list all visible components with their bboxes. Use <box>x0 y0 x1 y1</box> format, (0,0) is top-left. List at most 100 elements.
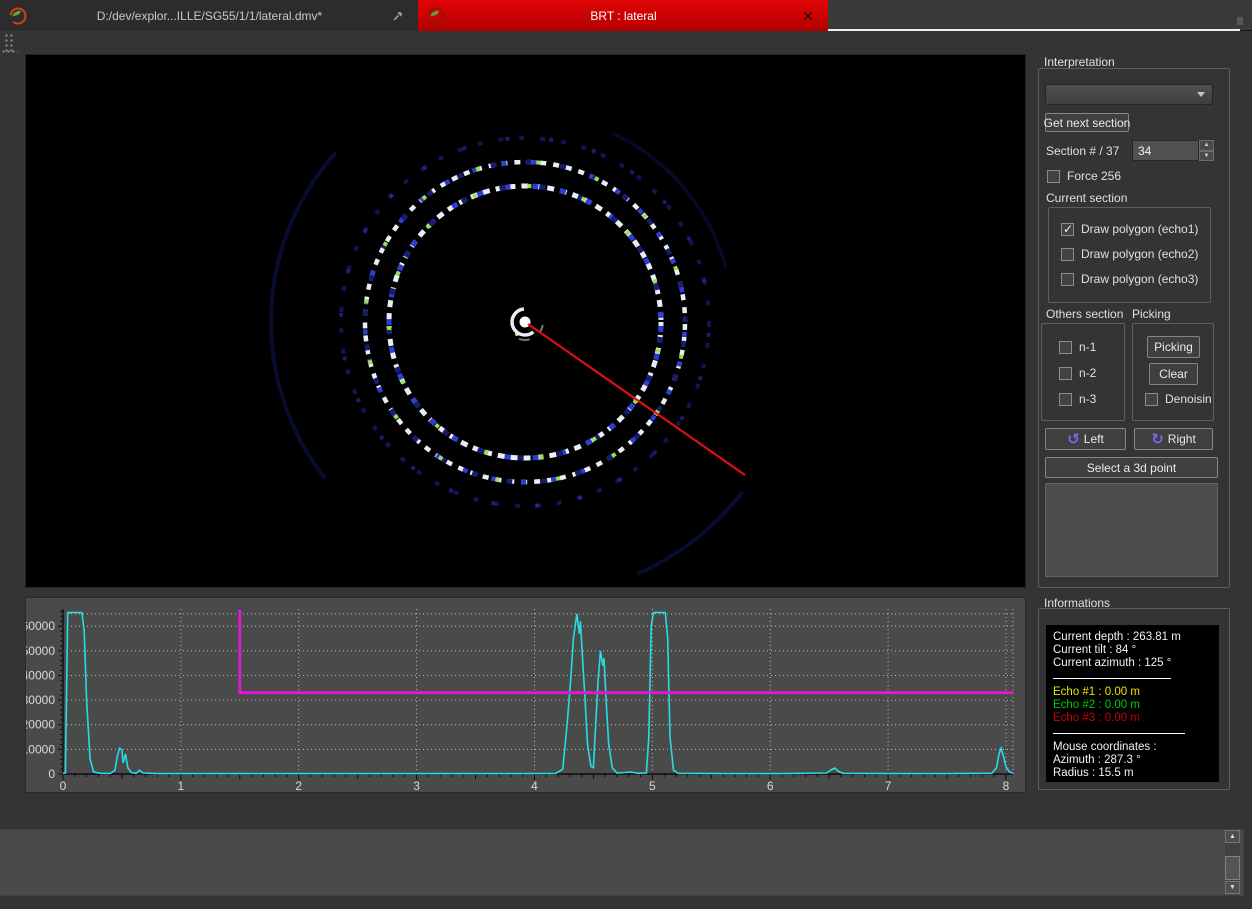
echo3-value: Echo #3 : 0.00 m <box>1053 712 1140 724</box>
svg-text:60000: 60000 <box>26 619 55 633</box>
current-azimuth-value: Current azimuth : 125 ° <box>1053 657 1172 669</box>
rotate-right-button[interactable]: ↻ Right <box>1134 428 1213 450</box>
tab-file-title: D:/dev/explor...ILLE/SG55/1/1/lateral.dm… <box>96 8 323 23</box>
informations-group: Current depth : 263.81 m Current tilt : … <box>1038 608 1230 790</box>
toolbar-grip-handle[interactable] <box>1 49 18 55</box>
checkbox-label: Draw polygon (echo1) <box>1081 222 1199 236</box>
checkbox-box[interactable] <box>1061 222 1074 236</box>
svg-text:5: 5 <box>649 779 656 792</box>
svg-text:0: 0 <box>48 767 55 781</box>
mouse-radius-value: Radius : 15.5 m <box>1053 767 1134 779</box>
svg-text:40000: 40000 <box>26 668 55 682</box>
checkbox-box[interactable] <box>1061 247 1074 261</box>
select-3d-point-button[interactable]: Select a 3d point <box>1045 457 1218 478</box>
others-section-title: Others section <box>1046 307 1124 321</box>
picked-points-list[interactable] <box>1045 483 1218 577</box>
signal-chart-plot: 0 1 2 3 4 5 6 7 8 0 10000 20000 30000 40000 50000 60000 <box>22 609 1014 793</box>
spin-up-icon[interactable]: ▲ <box>1199 140 1214 151</box>
separator <box>1053 678 1171 679</box>
picking-group: Picking Clear Denoisin <box>1132 323 1214 421</box>
current-section-group: Draw polygon (echo1) Draw polygon (echo2… <box>1048 207 1211 303</box>
checkbox-label: n-3 <box>1079 392 1097 406</box>
sonar-view[interactable] <box>25 44 1026 600</box>
rotate-left-label: Left <box>1083 432 1104 446</box>
svg-text:8: 8 <box>1003 779 1010 792</box>
checkbox-label: n-1 <box>1079 340 1097 354</box>
echo1-value: Echo #1 : 0.00 m <box>1053 686 1140 698</box>
scroll-up-icon[interactable]: ▲ <box>1225 830 1240 843</box>
others-section-group: n-1 n-2 n-3 <box>1041 323 1125 421</box>
current-section-title: Current section <box>1046 191 1128 205</box>
get-next-section-button[interactable]: Get next section <box>1044 113 1130 132</box>
tab-brt-lateral[interactable]: BRT : lateral ✕ <box>418 0 828 31</box>
sonar-graphics <box>247 44 803 600</box>
force-256-label: Force 256 <box>1067 169 1122 183</box>
svg-text:6: 6 <box>767 779 774 792</box>
tab-file[interactable]: D:/dev/explor...ILLE/SG55/1/1/lateral.dm… <box>0 0 418 31</box>
force-256-checkbox[interactable]: Force 256 <box>1047 169 1121 183</box>
svg-text:50000: 50000 <box>26 644 55 658</box>
svg-text:7: 7 <box>885 779 892 792</box>
interpretation-combobox[interactable] <box>1045 84 1213 105</box>
checkbox-box[interactable] <box>1047 169 1060 183</box>
chevron-down-icon <box>1197 92 1205 97</box>
echo2-value: Echo #2 : 0.00 m <box>1053 699 1140 711</box>
section-number-label: Section # / 37 <box>1046 144 1120 158</box>
picking-button[interactable]: Picking <box>1147 336 1200 358</box>
svg-text:4: 4 <box>531 779 538 792</box>
signal-chart: 0 1 2 3 4 5 6 7 8 0 10000 20000 30000 40000 50000 60000 <box>22 597 1026 793</box>
svg-text:2: 2 <box>295 779 302 792</box>
spin-down-icon[interactable]: ▼ <box>1199 150 1214 161</box>
pin-icon[interactable] <box>390 8 406 24</box>
checkbox-label: Denoisin <box>1165 392 1212 406</box>
svg-text:20000: 20000 <box>26 718 55 732</box>
svg-text:0: 0 <box>60 779 67 792</box>
interpretation-group-title: Interpretation <box>1044 55 1115 69</box>
draw-polygon-echo3-checkbox[interactable]: Draw polygon (echo3) <box>1061 272 1198 286</box>
current-tilt-value: Current tilt : 84 ° <box>1053 644 1137 656</box>
tab-overflow-indicator <box>1237 17 1243 25</box>
sonar-center-speck <box>515 332 519 336</box>
rotate-right-icon: ↻ <box>1151 430 1164 448</box>
n-3-checkbox[interactable]: n-3 <box>1059 392 1096 406</box>
checkbox-label: Draw polygon (echo3) <box>1081 272 1199 286</box>
tabbar-base-line <box>828 29 1240 31</box>
checkbox-box[interactable] <box>1059 340 1072 354</box>
app-logo-icon <box>9 7 27 24</box>
checkbox-box[interactable] <box>1145 392 1158 406</box>
svg-text:30000: 30000 <box>26 693 55 707</box>
checkbox-box[interactable] <box>1061 272 1074 286</box>
svg-text:10000: 10000 <box>26 742 55 756</box>
checkbox-label: Draw polygon (echo2) <box>1081 247 1199 261</box>
log-panel <box>0 829 1244 896</box>
clear-button[interactable]: Clear <box>1149 363 1198 385</box>
n-1-checkbox[interactable]: n-1 <box>1059 340 1096 354</box>
separator <box>1053 733 1185 734</box>
interpretation-group: Get next section Section # / 37 34 ▲ ▼ F… <box>1038 68 1230 588</box>
checkbox-box[interactable] <box>1059 392 1072 406</box>
checkbox-label: n-2 <box>1079 366 1097 380</box>
denoising-checkbox[interactable]: Denoisin <box>1145 392 1212 406</box>
rotate-left-button[interactable]: ↺ Left <box>1045 428 1126 450</box>
rotate-left-icon: ↺ <box>1067 430 1080 448</box>
app-logo-icon <box>427 7 445 24</box>
svg-text:1: 1 <box>178 779 185 792</box>
scroll-down-icon[interactable]: ▼ <box>1225 881 1240 894</box>
checkbox-box[interactable] <box>1059 366 1072 380</box>
draw-polygon-echo1-checkbox[interactable]: Draw polygon (echo1) <box>1061 222 1198 236</box>
mouse-coordinates-header: Mouse coordinates : <box>1053 741 1157 753</box>
section-number-input[interactable]: 34 <box>1132 140 1199 161</box>
svg-text:3: 3 <box>413 779 420 792</box>
n-2-checkbox[interactable]: n-2 <box>1059 366 1096 380</box>
picking-group-title: Picking <box>1132 307 1171 321</box>
rotate-right-label: Right <box>1167 432 1196 446</box>
current-depth-value: Current depth : 263.81 m <box>1053 631 1181 643</box>
log-panel-scrollbar[interactable]: ▲ ▼ <box>1225 830 1240 894</box>
tab-brt-title: BRT : lateral <box>590 8 657 23</box>
mouse-azimuth-value: Azimuth : 287.3 ° <box>1053 754 1141 766</box>
informations-readout: Current depth : 263.81 m Current tilt : … <box>1046 625 1219 782</box>
tab-bar: D:/dev/explor...ILLE/SG55/1/1/lateral.dm… <box>0 0 1252 31</box>
close-icon[interactable]: ✕ <box>800 8 816 24</box>
draw-polygon-echo2-checkbox[interactable]: Draw polygon (echo2) <box>1061 247 1198 261</box>
scrollbar-thumb[interactable] <box>1225 856 1240 880</box>
